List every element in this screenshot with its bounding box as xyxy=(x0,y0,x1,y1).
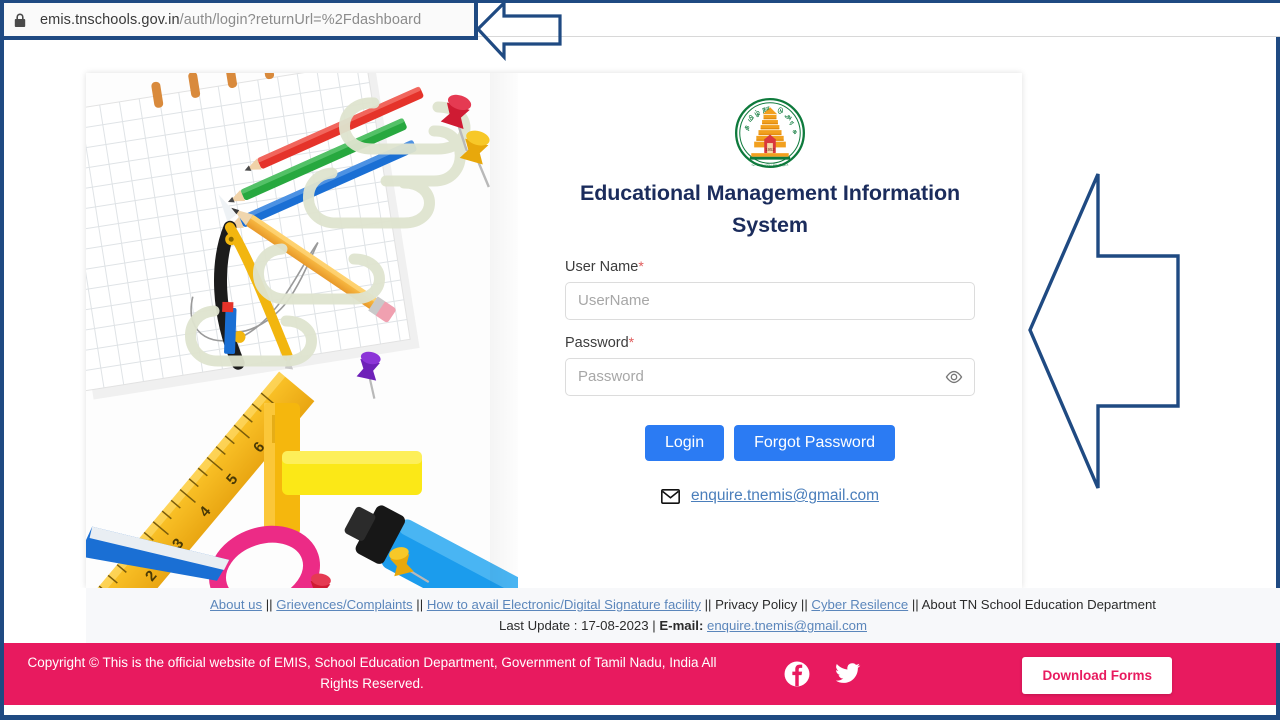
footer-left-gap xyxy=(4,588,86,643)
footer-separator-3: || xyxy=(704,597,712,612)
footer-link-digital-signature[interactable]: How to avail Electronic/Digital Signatur… xyxy=(427,597,701,612)
twitter-icon[interactable] xyxy=(835,661,861,687)
action-buttons: Login Forgot Password xyxy=(565,424,975,462)
password-required-mark: * xyxy=(628,333,635,350)
footer-links-bar: About us || Grievences/Complaints || How… xyxy=(86,588,1280,643)
footer-link-cyber-resilence[interactable]: Cyber Resilence xyxy=(811,597,908,612)
username-input[interactable]: UserName xyxy=(565,281,975,320)
social-icons xyxy=(784,661,861,687)
footer-link-about-us[interactable]: About us xyxy=(210,597,262,612)
footer-link-privacy-policy[interactable]: Privacy Policy xyxy=(715,597,797,612)
footer-separator-4: || xyxy=(800,597,808,612)
password-field-block: Password* Password xyxy=(565,334,975,396)
school-supplies-graphic: 123 456 7 xyxy=(86,73,518,588)
username-placeholder: UserName xyxy=(578,292,650,310)
username-field-block: User Name* UserName xyxy=(565,258,975,320)
forgot-password-button[interactable]: Forgot Password xyxy=(734,424,896,462)
lock-icon xyxy=(14,13,26,27)
login-card: 123 456 7 xyxy=(86,73,1022,588)
footer-separator-1: || xyxy=(265,597,273,612)
url-domain: emis.tnschools.gov.in xyxy=(40,11,180,28)
browser-page: emis.tnschools.gov.in/auth/login?returnU… xyxy=(0,0,1280,720)
facebook-icon[interactable] xyxy=(784,661,810,687)
page-title: Educational Management Information Syste… xyxy=(579,181,961,237)
footer-last-update-row: Last Update : 17-08-2023 | E-mail: enqui… xyxy=(86,615,1280,637)
top-divider-line xyxy=(478,36,1280,37)
last-update-value: 17-08-2023 xyxy=(581,618,649,634)
envelope-icon xyxy=(661,488,680,504)
login-button[interactable]: Login xyxy=(644,424,725,462)
footer-link-grievences[interactable]: Grievences/Complaints xyxy=(276,597,412,612)
username-label: User Name* xyxy=(565,258,975,275)
username-label-text: User Name xyxy=(565,258,639,275)
footer-link-about-department: About TN School Education Department xyxy=(921,597,1156,612)
password-label: Password* xyxy=(565,334,975,351)
footer-links-row: About us || Grievences/Complaints || How… xyxy=(86,595,1280,615)
copyright-bar: Copyright © This is the official website… xyxy=(4,643,1276,705)
support-email-link[interactable]: enquire.tnemis@gmail.com xyxy=(691,487,879,505)
tamil-nadu-state-emblem-icon: 1952 த மி ழ் நா டு அ ர சு வாய்மையே வெல்ல… xyxy=(735,98,805,168)
footer-email-label: E-mail: xyxy=(659,618,704,634)
login-arrow-annotation xyxy=(1028,173,1180,489)
url-path: /auth/login?returnUrl=%2Fdashboard xyxy=(179,11,422,28)
support-email-row: enquire.tnemis@gmail.com xyxy=(661,487,879,505)
login-form-panel: 1952 த மி ழ் நா டு அ ர சு வாய்மையே வெல்ல… xyxy=(518,73,1022,588)
footer-separator-2: || xyxy=(416,597,424,612)
svg-text:1952: 1952 xyxy=(765,147,775,152)
hero-illustration: 123 456 7 xyxy=(86,73,518,588)
footer-separator-5: || xyxy=(911,597,919,612)
password-label-text: Password xyxy=(565,334,629,351)
download-forms-button[interactable]: Download Forms xyxy=(1022,657,1172,694)
top-strip-background xyxy=(478,3,1280,36)
address-bar[interactable]: emis.tnschools.gov.in/auth/login?returnU… xyxy=(4,3,478,40)
last-update-label: Last Update : xyxy=(499,618,578,634)
address-bar-text: emis.tnschools.gov.in/auth/login?returnU… xyxy=(40,12,421,28)
username-required-mark: * xyxy=(638,257,644,274)
password-input[interactable]: Password xyxy=(565,357,975,396)
copyright-text: Copyright © This is the official website… xyxy=(27,655,717,691)
footer-email-link[interactable]: enquire.tnemis@gmail.com xyxy=(707,618,867,633)
eye-icon[interactable] xyxy=(944,367,964,387)
password-placeholder: Password xyxy=(578,368,644,386)
footer-divider: | xyxy=(652,618,656,634)
